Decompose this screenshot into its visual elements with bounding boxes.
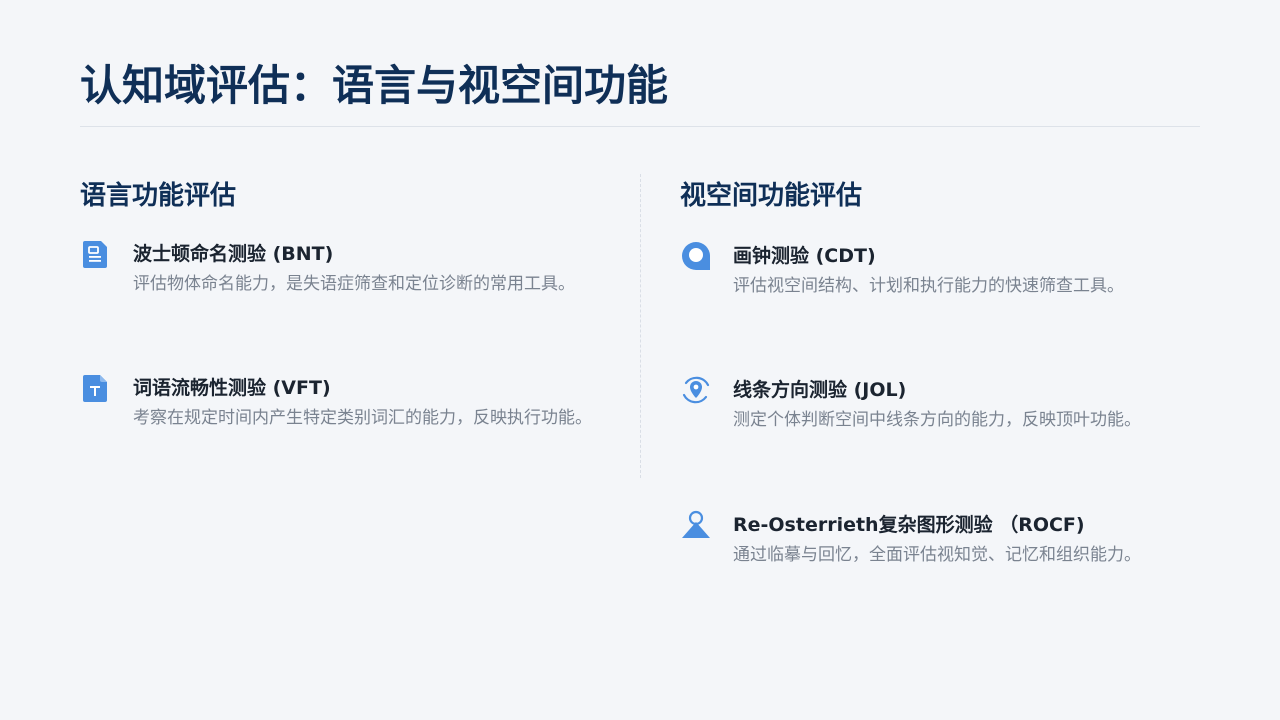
- page-title: 认知域评估：语言与视空间功能: [80, 61, 669, 110]
- jol-description: 测定个体判断空间中线条方向的能力，反映顶叶功能。: [733, 410, 1141, 430]
- cdt-title: 画钟测验 (CDT): [733, 245, 876, 267]
- clock-icon: [680, 240, 712, 272]
- document-icon: [80, 238, 112, 270]
- language-section: 语言功能评估 波士顿命名测验 (BNT) 评估物体命名能力，是失语症筛查和定位诊…: [80, 172, 620, 428]
- vft-description: 考察在规定时间内产生特定类别词汇的能力，反映执行功能。: [133, 408, 592, 428]
- title-divider: [80, 126, 1200, 127]
- jol-title: 线条方向测验 (JOL): [733, 379, 907, 401]
- complex-figure-icon: [680, 509, 712, 541]
- slide: 认知域评估：语言与视空间功能 语言功能评估 波士顿命名测验 (BNT) 评估物体…: [0, 0, 1280, 720]
- language-section-title: 语言功能评估: [80, 181, 237, 211]
- cdt-description: 评估视空间结构、计划和执行能力的快速筛查工具。: [733, 276, 1124, 296]
- vft-title: 词语流畅性测验 (VFT): [133, 377, 331, 399]
- bnt-title: 波士顿命名测验 (BNT): [133, 243, 334, 265]
- bnt-description: 评估物体命名能力，是失语症筛查和定位诊断的常用工具。: [133, 274, 575, 294]
- rocf-title: Re-Osterrieth复杂图形测验 （ROCF): [733, 514, 1085, 536]
- visuospatial-section-title: 视空间功能评估: [680, 181, 863, 211]
- rocf-description: 通过临摹与回忆，全面评估视知觉、记忆和组织能力。: [733, 545, 1141, 565]
- text-file-icon: [80, 372, 112, 404]
- visuospatial-section: 视空间功能评估 画钟测验 (CDT) 评估视空间结构、计划和执行能力的快速筛查工…: [680, 172, 1220, 565]
- column-divider: [640, 174, 641, 478]
- location-pin-icon: [680, 374, 712, 406]
